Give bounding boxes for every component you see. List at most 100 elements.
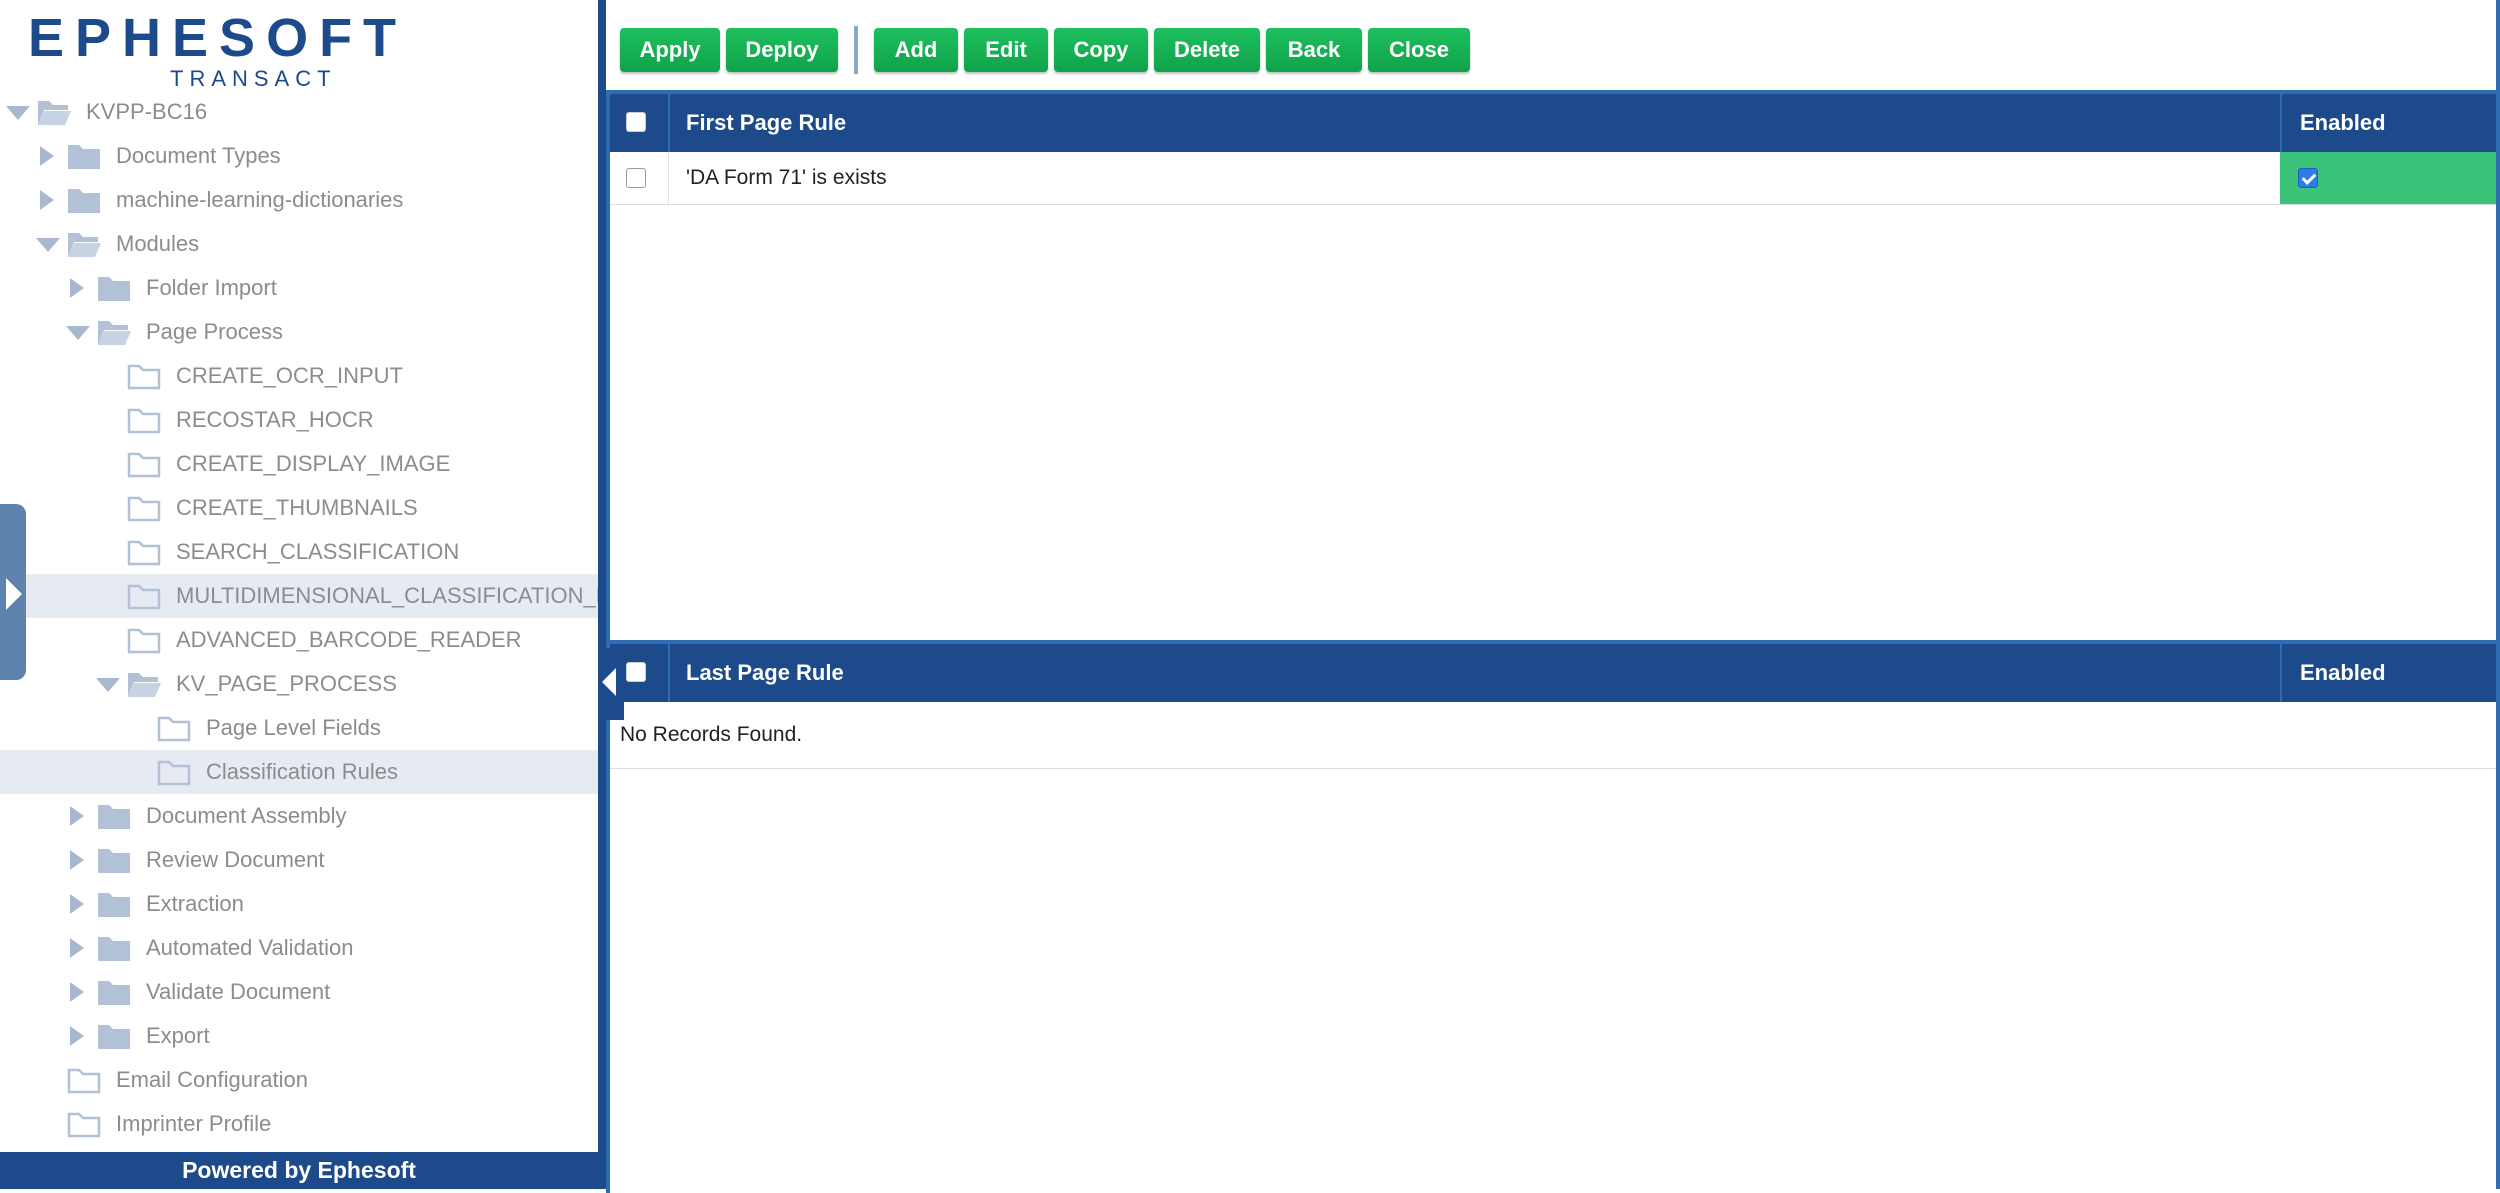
- tree-item[interactable]: Validate Document: [0, 970, 598, 1014]
- tree-item-label[interactable]: CREATE_DISPLAY_IMAGE: [176, 451, 450, 477]
- tree-item-label[interactable]: Extraction: [146, 891, 244, 917]
- expand-arrow-right-icon[interactable]: [36, 146, 56, 166]
- tree-item-label[interactable]: machine-learning-dictionaries: [116, 187, 403, 213]
- ephesoft-logo: EPHESOFT TRANSACT: [28, 10, 396, 90]
- tree-item-label[interactable]: Modules: [116, 231, 199, 257]
- tree-item[interactable]: Page Process: [0, 310, 598, 354]
- tree-item[interactable]: CREATE_DISPLAY_IMAGE: [0, 442, 598, 486]
- tree-item[interactable]: Page Level Fields: [0, 706, 598, 750]
- copy-button[interactable]: Copy: [1054, 28, 1148, 72]
- folder-icon: [66, 1109, 102, 1139]
- select-all-checkbox[interactable]: [626, 662, 646, 682]
- expand-arrow-right-icon[interactable]: [66, 894, 86, 914]
- tree-item-label[interactable]: KV_PAGE_PROCESS: [176, 671, 397, 697]
- tree-item-label[interactable]: Page Process: [146, 319, 283, 345]
- rule-cell[interactable]: 'DA Form 71' is exists: [686, 152, 887, 204]
- tree-item-label[interactable]: Automated Validation: [146, 935, 354, 961]
- tree-item-label[interactable]: Document Assembly: [146, 803, 347, 829]
- tree-item[interactable]: Email Configuration: [0, 1058, 598, 1102]
- expand-arrow-right-icon[interactable]: [66, 278, 86, 298]
- add-button[interactable]: Add: [874, 28, 958, 72]
- column-header-first-page-rule[interactable]: First Page Rule: [686, 94, 846, 152]
- folder-icon: [96, 1021, 132, 1051]
- back-button[interactable]: Back: [1266, 28, 1362, 72]
- tree-item[interactable]: Imprinter Profile: [0, 1102, 598, 1146]
- logo-word: EPHESOFT: [28, 8, 408, 68]
- tree-item[interactable]: Folder Import: [0, 266, 598, 310]
- tree-item-label[interactable]: Email Configuration: [116, 1067, 308, 1093]
- expand-arrow-right-icon[interactable]: [66, 938, 86, 958]
- folder-icon: [156, 757, 192, 787]
- edit-button[interactable]: Edit: [964, 28, 1048, 72]
- expand-arrow-down-icon[interactable]: [36, 234, 60, 254]
- tree-item-label[interactable]: Review Document: [146, 847, 325, 873]
- tree-item-label[interactable]: CREATE_OCR_INPUT: [176, 363, 403, 389]
- folder-open-icon: [96, 317, 132, 347]
- column-header-enabled[interactable]: Enabled: [2300, 644, 2386, 702]
- tree-item-label[interactable]: MULTIDIMENSIONAL_CLASSIFICATION_PLUGIN: [176, 583, 598, 609]
- tree-item-label[interactable]: SEARCH_CLASSIFICATION: [176, 539, 459, 565]
- folder-icon: [66, 185, 102, 215]
- tree-item[interactable]: Document Types: [0, 134, 598, 178]
- powered-by-footer: Powered by Ephesoft: [0, 1152, 598, 1189]
- tree-item[interactable]: KV_PAGE_PROCESS: [0, 662, 598, 706]
- folder-icon: [156, 713, 192, 743]
- tree-item-label[interactable]: Folder Import: [146, 275, 277, 301]
- tree-item[interactable]: CREATE_THUMBNAILS: [0, 486, 598, 530]
- tree-item-label[interactable]: Imprinter Profile: [116, 1111, 271, 1137]
- expand-arrow-right-icon[interactable]: [66, 806, 86, 826]
- right-border: [2496, 0, 2500, 1189]
- table-row[interactable]: 'DA Form 71' is exists: [610, 152, 2500, 205]
- tree-item-label[interactable]: RECOSTAR_HOCR: [176, 407, 374, 433]
- collapse-panel-handle[interactable]: [600, 648, 624, 720]
- tree-item[interactable]: MULTIDIMENSIONAL_CLASSIFICATION_PLUGIN: [0, 574, 598, 618]
- expand-arrow-down-icon[interactable]: [66, 322, 90, 342]
- expand-arrow-down-icon[interactable]: [6, 102, 30, 122]
- tree-item-label[interactable]: Classification Rules: [206, 759, 398, 785]
- apply-button[interactable]: Apply: [620, 28, 720, 72]
- tree-item[interactable]: SEARCH_CLASSIFICATION: [0, 530, 598, 574]
- tree-item[interactable]: KVPP-BC16: [0, 92, 598, 134]
- deploy-button[interactable]: Deploy: [726, 28, 838, 72]
- folder-icon: [126, 625, 162, 655]
- expand-arrow-right-icon[interactable]: [66, 982, 86, 1002]
- expand-arrow-down-icon[interactable]: [96, 674, 120, 694]
- tree-item[interactable]: machine-learning-dictionaries: [0, 178, 598, 222]
- tree-item-label[interactable]: CREATE_THUMBNAILS: [176, 495, 418, 521]
- folder-icon: [96, 845, 132, 875]
- tree-item[interactable]: Classification Rules: [0, 750, 598, 794]
- expand-panel-handle[interactable]: [0, 504, 26, 680]
- tree-item[interactable]: CREATE_OCR_INPUT: [0, 354, 598, 398]
- tree-item-label[interactable]: Validate Document: [146, 979, 330, 1005]
- tree-item[interactable]: RECOSTAR_HOCR: [0, 398, 598, 442]
- column-header-enabled[interactable]: Enabled: [2300, 94, 2386, 152]
- tree-item[interactable]: ADVANCED_BARCODE_READER: [0, 618, 598, 662]
- folder-open-icon: [126, 669, 162, 699]
- tree-item-label[interactable]: Document Types: [116, 143, 281, 169]
- tree-item[interactable]: Automated Validation: [0, 926, 598, 970]
- enabled-checkbox-checked-icon[interactable]: [2298, 168, 2318, 188]
- select-all-checkbox[interactable]: [626, 112, 646, 132]
- expand-arrow-right-icon[interactable]: [66, 850, 86, 870]
- column-header-last-page-rule[interactable]: Last Page Rule: [686, 644, 844, 702]
- expand-arrow-right-icon[interactable]: [36, 190, 56, 210]
- folder-icon: [96, 977, 132, 1007]
- tree-item-label[interactable]: ADVANCED_BARCODE_READER: [176, 627, 522, 653]
- tree-item-label[interactable]: Export: [146, 1023, 210, 1049]
- folder-icon: [96, 933, 132, 963]
- tree-item-label[interactable]: KVPP-BC16: [86, 99, 207, 125]
- enabled-cell[interactable]: [2280, 152, 2500, 204]
- folder-open-icon: [66, 229, 102, 259]
- tree-item[interactable]: Export: [0, 1014, 598, 1058]
- panel-splitter[interactable]: [598, 0, 606, 1189]
- expand-arrow-right-icon[interactable]: [66, 1026, 86, 1046]
- row-checkbox[interactable]: [626, 168, 646, 188]
- tree-item-label[interactable]: Page Level Fields: [206, 715, 381, 741]
- tree-item[interactable]: Modules: [0, 222, 598, 266]
- tree-item[interactable]: Extraction: [0, 882, 598, 926]
- delete-button[interactable]: Delete: [1154, 28, 1260, 72]
- tree-item[interactable]: Review Document: [0, 838, 598, 882]
- close-button[interactable]: Close: [1368, 28, 1470, 72]
- first-page-rule-grid: First Page Rule Enabled 'DA Form 71' is …: [606, 90, 2500, 642]
- tree-item[interactable]: Document Assembly: [0, 794, 598, 838]
